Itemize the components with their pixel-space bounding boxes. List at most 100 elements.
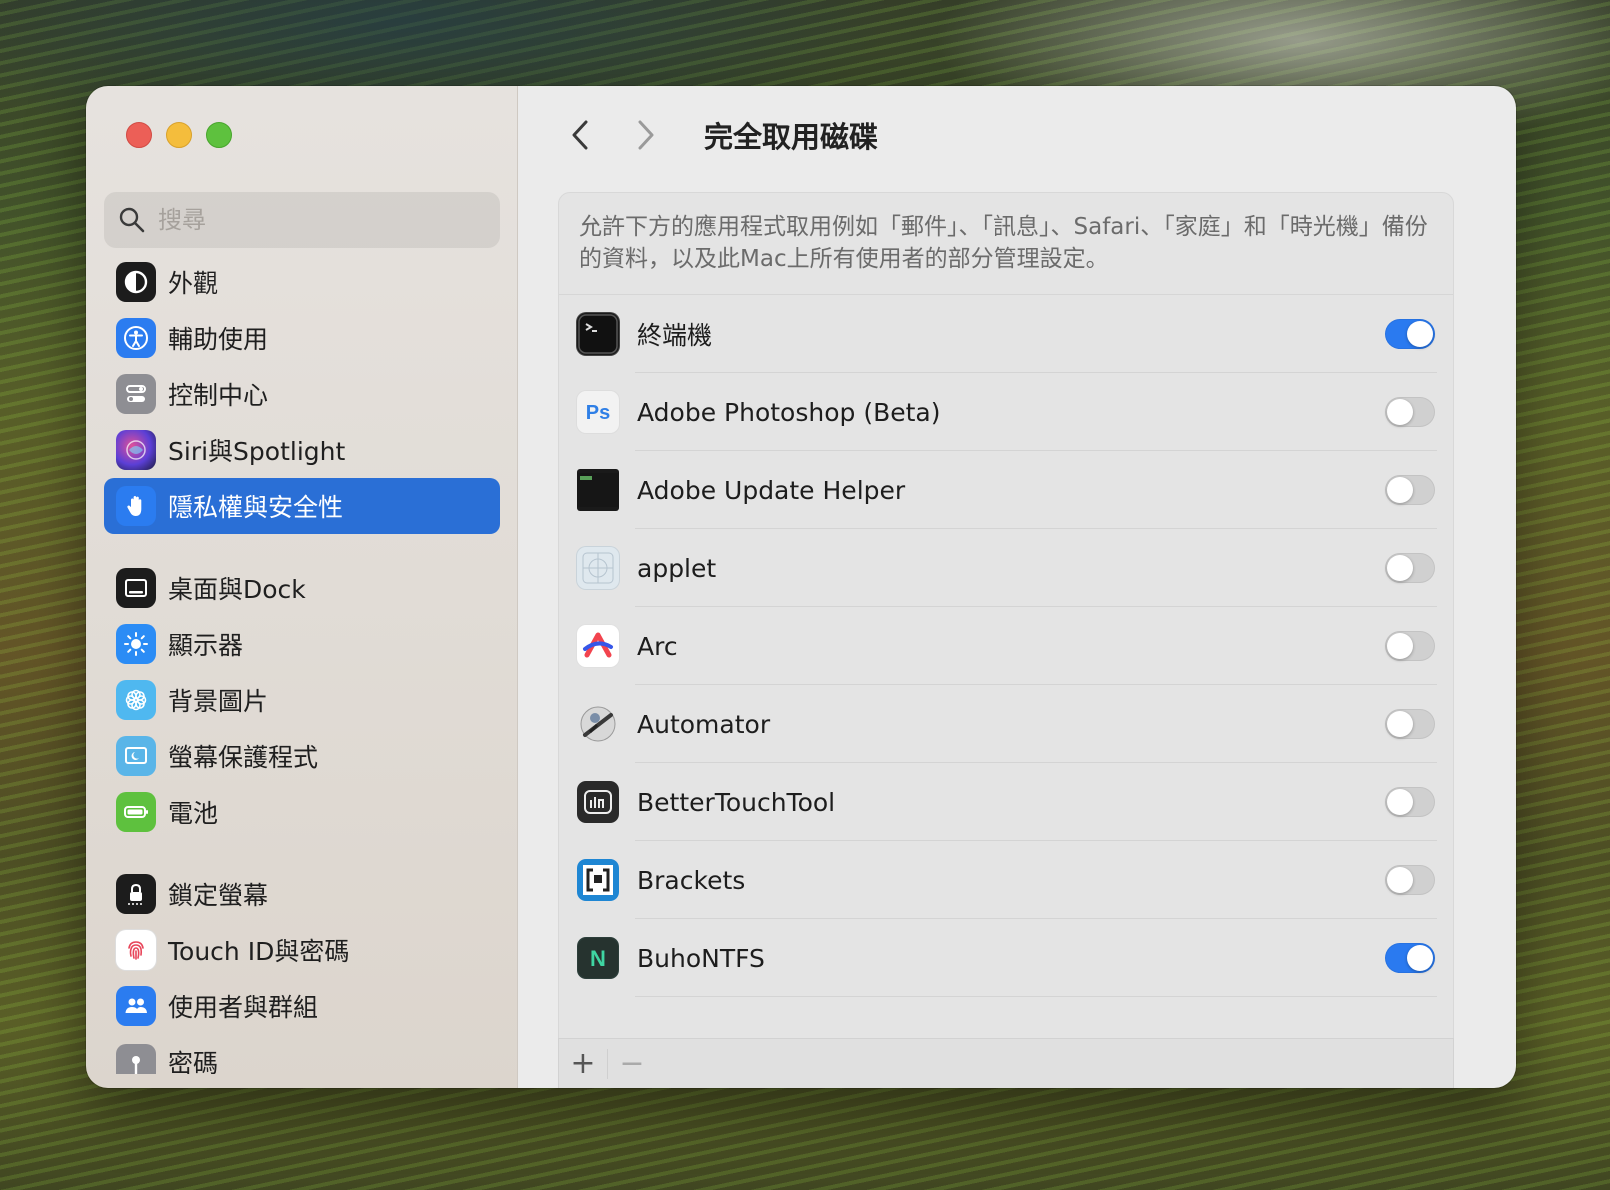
sidebar-item-control-center[interactable]: 控制中心 bbox=[104, 366, 500, 422]
back-button[interactable] bbox=[560, 115, 600, 155]
control-center-icon bbox=[116, 374, 156, 414]
zoom-button[interactable] bbox=[206, 122, 232, 148]
sidebar-item-screensaver[interactable]: 螢幕保護程式 bbox=[104, 728, 500, 784]
brackets-icon bbox=[577, 859, 619, 901]
full-disk-access-toggle[interactable] bbox=[1385, 943, 1435, 973]
fingerprint-icon bbox=[116, 930, 156, 970]
full-disk-access-toggle[interactable] bbox=[1385, 865, 1435, 895]
svg-text:N: N bbox=[590, 946, 606, 971]
toggle-knob bbox=[1387, 399, 1413, 425]
app-row-adobe-update-helper: Adobe Update Helper bbox=[559, 451, 1453, 529]
sidebar-item-privacy-security[interactable]: 隱私權與安全性 bbox=[104, 478, 500, 534]
forward-button[interactable] bbox=[626, 115, 666, 155]
app-row-applet: applet bbox=[559, 529, 1453, 607]
applet-icon bbox=[577, 547, 619, 589]
sidebar-item-label: 輔助使用 bbox=[168, 325, 269, 354]
key-icon bbox=[116, 1044, 156, 1074]
sidebar-item-label: 顯示器 bbox=[168, 631, 244, 660]
chevron-left-icon bbox=[572, 120, 588, 150]
sidebar-item-label: 螢幕保護程式 bbox=[168, 743, 319, 772]
window-controls bbox=[126, 122, 232, 148]
dock-icon bbox=[116, 568, 156, 608]
sidebar-item-accessibility[interactable]: 輔助使用 bbox=[104, 310, 500, 366]
app-row-terminal: 終端機 bbox=[559, 295, 1453, 373]
app-list-panel: 允許下方的應用程式取用例如「郵件」、「訊息」、Safari、「家庭」和「時光機」… bbox=[558, 192, 1454, 1088]
main-content: 完全取用磁碟 允許下方的應用程式取用例如「郵件」、「訊息」、Safari、「家庭… bbox=[518, 86, 1516, 1088]
sidebar-item-label: 鎖定螢幕 bbox=[168, 881, 269, 910]
arc-icon bbox=[577, 625, 619, 667]
app-name: applet bbox=[637, 553, 717, 583]
display-icon bbox=[116, 624, 156, 664]
full-disk-access-toggle[interactable] bbox=[1385, 709, 1435, 739]
sidebar-nav: 外觀 輔助使用 控制中心 Siri與Spotlight 隱私權與安全性 桌面與D… bbox=[104, 254, 500, 1074]
exec-icon bbox=[577, 469, 619, 511]
sidebar-item-touch-id[interactable]: Touch ID與密碼 bbox=[104, 922, 500, 978]
toggle-knob bbox=[1387, 555, 1413, 581]
minimize-button[interactable] bbox=[166, 122, 192, 148]
hand-icon bbox=[116, 486, 156, 526]
lock-icon bbox=[116, 874, 156, 914]
search-input[interactable] bbox=[158, 206, 478, 234]
app-row-photoshop: Ps Adobe Photoshop (Beta) bbox=[559, 373, 1453, 451]
panel-description: 允許下方的應用程式取用例如「郵件」、「訊息」、Safari、「家庭」和「時光機」… bbox=[559, 193, 1453, 295]
app-row-brackets: Brackets bbox=[559, 841, 1453, 919]
full-disk-access-toggle[interactable] bbox=[1385, 397, 1435, 427]
app-name: Adobe Update Helper bbox=[637, 475, 906, 505]
sidebar-item-label: Touch ID與密碼 bbox=[168, 937, 350, 966]
app-row-arc: Arc bbox=[559, 607, 1453, 685]
toggle-knob bbox=[1387, 867, 1413, 893]
list-footer: + − bbox=[558, 1038, 1454, 1088]
toolbar: 完全取用磁碟 bbox=[560, 110, 878, 160]
svg-text:Ps: Ps bbox=[586, 402, 610, 424]
app-name: Adobe Photoshop (Beta) bbox=[637, 397, 941, 427]
full-disk-access-toggle[interactable] bbox=[1385, 553, 1435, 583]
sidebar-item-label: 使用者與群組 bbox=[168, 993, 319, 1022]
add-app-button[interactable]: + bbox=[559, 1040, 607, 1088]
sidebar-item-passwords[interactable]: 密碼 bbox=[104, 1034, 500, 1074]
accessibility-icon bbox=[116, 318, 156, 358]
search-field[interactable] bbox=[104, 192, 500, 248]
app-row-bettertouchtool: BetterTouchTool bbox=[559, 763, 1453, 841]
buhontfs-icon: N bbox=[577, 937, 619, 979]
full-disk-access-toggle[interactable] bbox=[1385, 631, 1435, 661]
users-icon bbox=[116, 986, 156, 1026]
sidebar-item-appearance[interactable]: 外觀 bbox=[104, 254, 500, 310]
app-name: Arc bbox=[637, 631, 678, 661]
sidebar-section-gap bbox=[104, 840, 500, 866]
sidebar-item-users-groups[interactable]: 使用者與群組 bbox=[104, 978, 500, 1034]
toggle-knob bbox=[1387, 633, 1413, 659]
toggle-knob bbox=[1387, 711, 1413, 737]
full-disk-access-toggle[interactable] bbox=[1385, 475, 1435, 505]
sidebar-item-wallpaper[interactable]: 背景圖片 bbox=[104, 672, 500, 728]
photoshop-icon: Ps bbox=[577, 391, 619, 433]
sidebar-item-label: Siri與Spotlight bbox=[168, 437, 346, 466]
siri-icon bbox=[116, 430, 156, 470]
full-disk-access-toggle[interactable] bbox=[1385, 319, 1435, 349]
sidebar-item-label: 外觀 bbox=[168, 269, 219, 298]
screensaver-icon bbox=[116, 736, 156, 776]
bettertouchtool-icon bbox=[577, 781, 619, 823]
app-row-automator: Automator bbox=[559, 685, 1453, 763]
app-row-buhontfs: N BuhoNTFS bbox=[559, 919, 1453, 997]
toggle-knob bbox=[1407, 945, 1433, 971]
sidebar: 外觀 輔助使用 控制中心 Siri與Spotlight bbox=[86, 86, 518, 1088]
sidebar-item-siri-spotlight[interactable]: Siri與Spotlight bbox=[104, 422, 500, 478]
close-button[interactable] bbox=[126, 122, 152, 148]
sidebar-item-displays[interactable]: 顯示器 bbox=[104, 616, 500, 672]
sidebar-item-label: 桌面與Dock bbox=[168, 575, 306, 604]
appearance-icon bbox=[116, 262, 156, 302]
terminal-icon bbox=[577, 313, 619, 355]
toggle-knob bbox=[1407, 321, 1433, 347]
sidebar-item-lock-screen[interactable]: 鎖定螢幕 bbox=[104, 866, 500, 922]
chevron-right-icon bbox=[638, 120, 654, 150]
sidebar-item-label: 隱私權與安全性 bbox=[168, 493, 344, 522]
sidebar-item-battery[interactable]: 電池 bbox=[104, 784, 500, 840]
app-name: 終端機 bbox=[637, 321, 713, 350]
search-icon bbox=[119, 207, 145, 233]
full-disk-access-toggle[interactable] bbox=[1385, 787, 1435, 817]
sidebar-item-desktop-dock[interactable]: 桌面與Dock bbox=[104, 560, 500, 616]
app-name: BetterTouchTool bbox=[637, 787, 836, 817]
battery-icon bbox=[116, 792, 156, 832]
remove-app-button[interactable]: − bbox=[608, 1040, 656, 1088]
system-settings-window: 外觀 輔助使用 控制中心 Siri與Spotlight bbox=[86, 86, 1516, 1088]
